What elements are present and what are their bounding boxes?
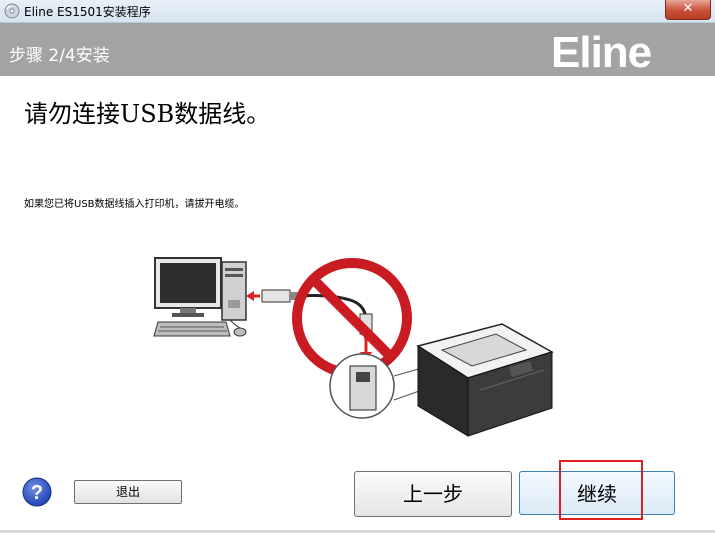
keyboard-icon	[153, 321, 231, 337]
usb-disconnect-illustration	[153, 257, 554, 437]
close-button[interactable]: ✕	[665, 0, 711, 20]
back-button[interactable]: 上一步	[354, 471, 512, 517]
eline-logo: Eline	[551, 29, 652, 73]
usb-port-zoom-icon	[329, 353, 423, 419]
mouse-icon	[229, 319, 247, 337]
window-titlebar: Eline ES1501安装程序 ✕	[0, 0, 715, 23]
svg-text:?: ?	[31, 482, 43, 504]
instruction-text: 如果您已将USB数据线插入打印机，请拔开电缆。	[24, 199, 245, 210]
red-arrow-left-icon	[246, 291, 260, 301]
help-icon[interactable]: ?	[22, 477, 52, 507]
window-title: Eline ES1501安装程序	[24, 5, 151, 19]
installer-disc-icon	[4, 3, 20, 19]
svg-text:Eline: Eline	[551, 29, 651, 73]
step-indicator: 步骤 2/4安装	[9, 46, 110, 66]
computer-monitor-icon	[154, 257, 222, 317]
continue-button[interactable]: 继续	[519, 471, 675, 515]
header-band: 步骤 2/4安装 Eline	[0, 23, 715, 76]
page-heading: 请勿连接USB数据线。	[24, 100, 271, 128]
printer-icon	[416, 323, 554, 437]
exit-button[interactable]: 退出	[74, 480, 182, 504]
usb-plug-icon	[261, 289, 300, 303]
computer-tower-icon	[221, 261, 247, 321]
close-icon: ✕	[682, 1, 694, 16]
